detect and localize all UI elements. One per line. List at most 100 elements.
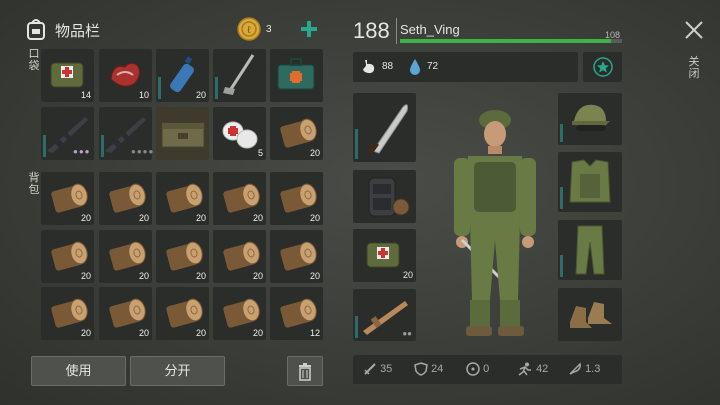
pocket-slot-wood-log[interactable]: 20 [270, 107, 323, 160]
backpack-slot[interactable]: 20 [41, 172, 94, 225]
radiation-icon [466, 362, 480, 376]
close-label[interactable]: 关闭 [688, 56, 700, 80]
ammo-crate-icon [161, 122, 205, 148]
attack-stat: 35 [363, 362, 392, 376]
backpack-label: 背包 [28, 172, 40, 196]
backpack-slot[interactable]: 20 [213, 287, 266, 340]
pocket-label: 口袋 [28, 48, 40, 72]
upgrade-dots: ●● [402, 329, 412, 338]
character-model [454, 110, 536, 336]
durability-bar [101, 135, 104, 157]
item-quantity: 20 [80, 213, 91, 223]
pocket-slot-medkit-box[interactable] [270, 49, 323, 102]
backpack-slot[interactable] [353, 170, 416, 223]
golf-club-icon [223, 54, 255, 95]
backpack-icon [27, 19, 45, 40]
upgrade-dots: ●●● [73, 147, 91, 156]
player-name: Seth_Ving [400, 22, 460, 37]
pocket-slot-first-aid-kit[interactable]: 14 [41, 49, 94, 102]
feather-icon [569, 362, 581, 375]
camo-vest-icon [569, 159, 611, 203]
backpack-slot[interactable]: 20 [99, 230, 152, 283]
use-button[interactable]: 使用 [31, 356, 126, 386]
item-quantity: 20 [138, 271, 149, 281]
backpack-slot[interactable]: 20 [156, 230, 209, 283]
item-quantity: 10 [138, 90, 149, 100]
pocket-slot-ammo-crate[interactable] [156, 107, 209, 160]
medical-qty: 20 [402, 270, 413, 280]
tactical-backpack-icon [368, 177, 410, 217]
boots-icon [570, 302, 612, 328]
backpack-slot[interactable]: 20 [270, 230, 323, 283]
feet-slot[interactable] [558, 288, 622, 341]
backpack-slot[interactable]: 20 [41, 230, 94, 283]
player-level: 188 [353, 18, 390, 43]
durability-bar [215, 77, 218, 99]
gold-coin-icon: ℓ [237, 17, 261, 41]
star-badge-icon [593, 57, 613, 77]
backpack-slot[interactable]: 20 [270, 172, 323, 225]
head-slot[interactable] [558, 93, 622, 145]
backpack-slot[interactable]: 20 [156, 287, 209, 340]
legs-slot[interactable] [558, 220, 622, 280]
upgrade-dots: ●●●● [131, 147, 155, 156]
item-quantity: 20 [138, 328, 149, 338]
pocket-slot-water-bottle[interactable]: 20 [156, 49, 209, 102]
durability-bar [560, 255, 563, 277]
camo-cap-icon [572, 104, 610, 131]
weight-stat: 1.3 [568, 362, 600, 376]
trash-button[interactable] [287, 356, 323, 386]
xp-bar-fill [400, 39, 611, 43]
stomach-icon [363, 60, 375, 74]
speed-value: 42 [536, 362, 549, 375]
pocket-slot-bandages[interactable]: 5 [213, 107, 266, 160]
item-quantity: 20 [138, 213, 149, 223]
backpack-slot[interactable]: 20 [156, 172, 209, 225]
backpack-slot[interactable]: 20 [41, 287, 94, 340]
item-quantity: 20 [195, 328, 206, 338]
torso-slot[interactable] [558, 152, 622, 212]
radiation-stat: 0 [466, 362, 489, 376]
item-quantity: 5 [257, 148, 263, 158]
speed-stat: 42 [517, 362, 548, 376]
close-icon[interactable] [684, 20, 704, 40]
add-coins-icon[interactable] [300, 20, 318, 38]
split-button[interactable]: 分开 [130, 356, 225, 386]
status-effect-panel[interactable] [583, 52, 622, 82]
pocket-slot-raw-meat[interactable]: 10 [99, 49, 152, 102]
firearm-slot[interactable]: ●● [353, 289, 416, 341]
durability-bar [355, 316, 358, 338]
item-quantity: 20 [195, 271, 206, 281]
melee-weapon-slot[interactable] [353, 93, 416, 162]
item-quantity: 20 [80, 328, 91, 338]
hunger-value: 88 [382, 61, 394, 72]
item-quantity: 20 [252, 213, 263, 223]
water-drop-icon [410, 59, 420, 75]
item-quantity: 12 [309, 328, 320, 338]
item-quantity: 20 [252, 271, 263, 281]
backpack-slot[interactable]: 20 [213, 172, 266, 225]
trash-icon [299, 362, 311, 381]
backpack-slot[interactable]: 20 [213, 230, 266, 283]
pocket-slot-assault-rifle-2[interactable]: ●●●● [99, 107, 155, 160]
attack-value: 35 [380, 362, 393, 375]
pocket-slot-golf-club[interactable] [213, 49, 266, 102]
item-quantity: 14 [80, 90, 91, 100]
medical-slot[interactable]: 20 [353, 229, 416, 282]
camo-pants-icon [575, 225, 605, 275]
item-quantity: 20 [195, 90, 206, 100]
backpack-slot[interactable]: 12 [270, 287, 323, 340]
xp-bar-track [400, 39, 622, 43]
coin-count: 3 [266, 24, 272, 35]
durability-bar [560, 187, 563, 209]
running-icon [518, 362, 531, 376]
durability-bar [43, 135, 46, 157]
medkit-box-icon [277, 58, 315, 90]
pocket-slot-assault-rifle-1[interactable]: ●●● [41, 107, 94, 160]
backpack-slot[interactable]: 20 [99, 287, 152, 340]
armor-stat: 24 [414, 362, 443, 376]
item-quantity: 20 [309, 271, 320, 281]
backpack-slot[interactable]: 20 [99, 172, 152, 225]
item-quantity: 20 [195, 213, 206, 223]
thirst-value: 72 [427, 61, 439, 72]
